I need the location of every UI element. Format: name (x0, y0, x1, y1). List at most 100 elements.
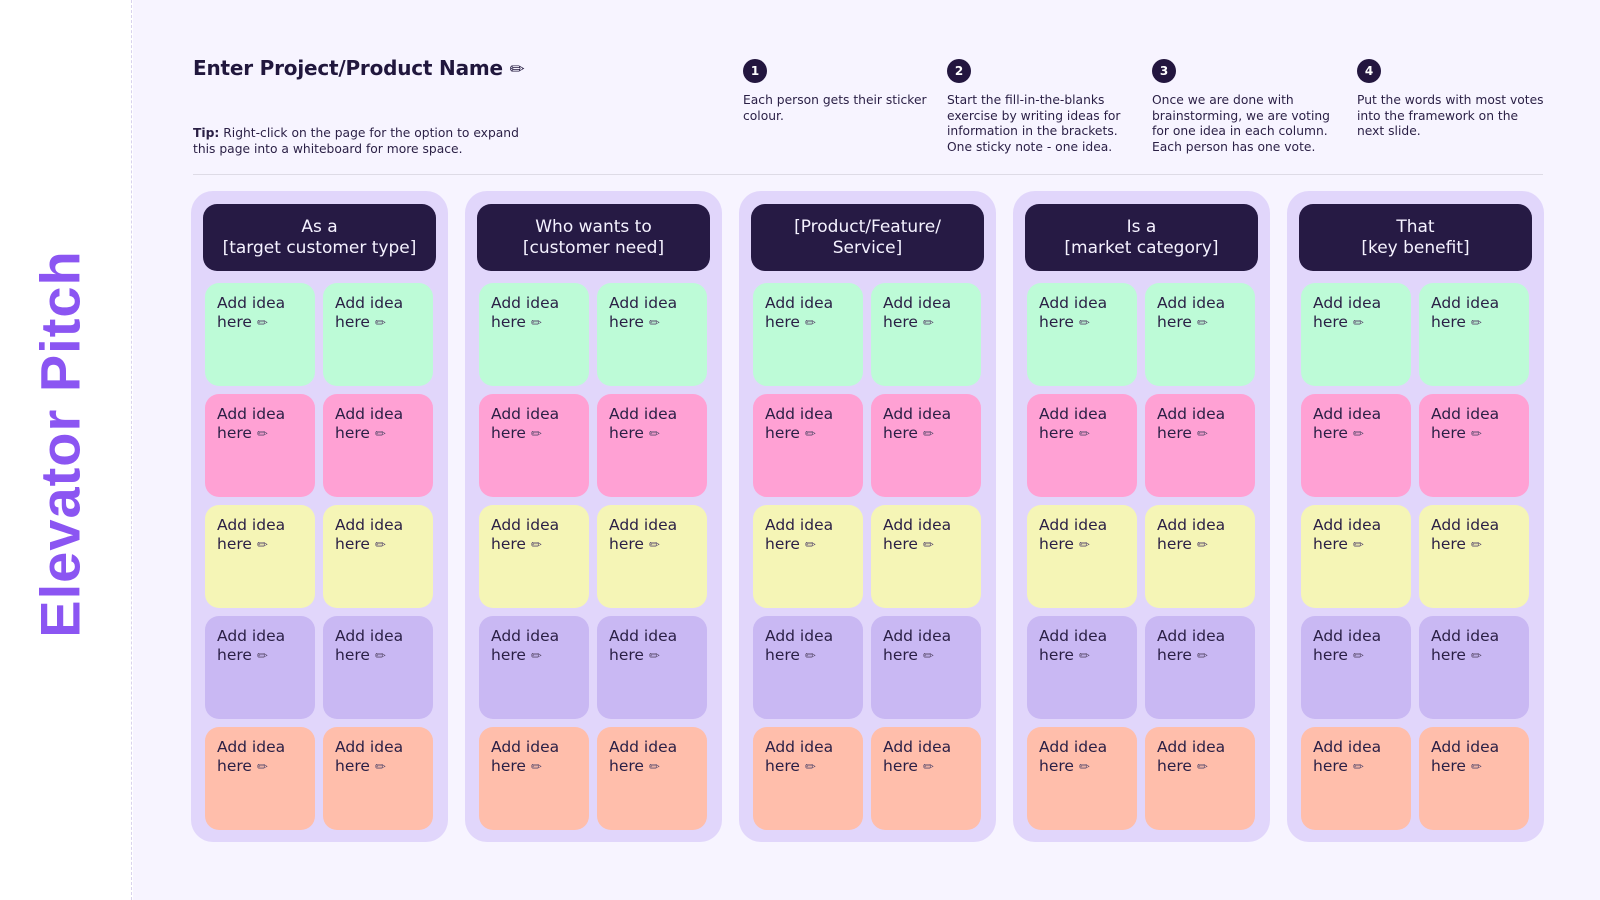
sticky-note-yellow[interactable]: Add idea here ✏ (1145, 505, 1255, 608)
sticky-note-green[interactable]: Add idea here ✏ (753, 283, 863, 386)
pencil-icon: ✏ (1352, 538, 1364, 553)
sticky-note-purple[interactable]: Add idea here ✏ (753, 616, 863, 719)
sticky-note-green[interactable]: Add idea here ✏ (871, 283, 981, 386)
sticky-note-peach[interactable]: Add idea here ✏ (1301, 727, 1411, 830)
pencil-icon: ✏ (530, 649, 542, 664)
sticky-note-placeholder: Add idea here (217, 627, 286, 664)
pencil-icon: ✏ (922, 538, 934, 553)
sticky-note-placeholder: Add idea here (883, 294, 952, 331)
sticky-note-green[interactable]: Add idea here ✏ (597, 283, 707, 386)
sticky-note-placeholder: Add idea here (609, 405, 678, 442)
step-1: 1 Each person gets their sticker colour. (743, 59, 933, 124)
sticky-note-peach[interactable]: Add idea here ✏ (479, 727, 589, 830)
sticky-note-yellow[interactable]: Add idea here ✏ (479, 505, 589, 608)
sticky-note-yellow[interactable]: Add idea here ✏ (1301, 505, 1411, 608)
sticky-note-placeholder: Add idea here (883, 738, 952, 775)
sticky-note-purple[interactable]: Add idea here ✏ (1419, 616, 1529, 719)
sticky-note-pink[interactable]: Add idea here ✏ (1301, 394, 1411, 497)
sticky-note-green[interactable]: Add idea here ✏ (1301, 283, 1411, 386)
pencil-icon: ✏ (804, 427, 816, 442)
pencil-icon: ✏ (1196, 316, 1208, 331)
pencil-icon: ✏ (374, 538, 386, 553)
sticky-note-purple[interactable]: Add idea here ✏ (597, 616, 707, 719)
sticky-note-pink[interactable]: Add idea here ✏ (479, 394, 589, 497)
step-number-badge: 3 (1152, 59, 1176, 83)
sticky-note-peach[interactable]: Add idea here ✏ (597, 727, 707, 830)
column-header[interactable]: As a [target customer type] (203, 204, 436, 271)
pencil-icon: ✏ (530, 538, 542, 553)
sticky-note-peach[interactable]: Add idea here ✏ (1145, 727, 1255, 830)
column-header[interactable]: Is a [market category] (1025, 204, 1258, 271)
sticky-note-placeholder: Add idea here (217, 738, 286, 775)
step-2: 2 Start the fill-in-the-blanks exercise … (947, 59, 1137, 155)
sticky-notes-grid: Add idea here ✏ Add idea here ✏ Add idea h… (753, 283, 983, 830)
sticky-note-yellow[interactable]: Add idea here ✏ (753, 505, 863, 608)
sticky-note-pink[interactable]: Add idea here ✏ (205, 394, 315, 497)
sticky-note-placeholder: Add idea here (765, 738, 834, 775)
sticky-note-yellow[interactable]: Add idea here ✏ (871, 505, 981, 608)
sticky-note-placeholder: Add idea here (1431, 405, 1500, 442)
sticky-note-peach[interactable]: Add idea here ✏ (753, 727, 863, 830)
sticky-note-green[interactable]: Add idea here ✏ (479, 283, 589, 386)
sticky-note-yellow[interactable]: Add idea here ✏ (323, 505, 433, 608)
sticky-note-peach[interactable]: Add idea here ✏ (1419, 727, 1529, 830)
sticky-note-pink[interactable]: Add idea here ✏ (1027, 394, 1137, 497)
sticky-note-peach[interactable]: Add idea here ✏ (871, 727, 981, 830)
sticky-note-purple[interactable]: Add idea here ✏ (479, 616, 589, 719)
sticky-notes-grid: Add idea here ✏ Add idea here ✏ Add idea h… (1301, 283, 1531, 830)
pencil-icon: ✏ (1196, 760, 1208, 775)
sticky-note-purple[interactable]: Add idea here ✏ (1301, 616, 1411, 719)
tip-text: Tip: Right-click on the page for the opt… (193, 125, 533, 157)
sticky-note-pink[interactable]: Add idea here ✏ (753, 394, 863, 497)
sticky-note-pink[interactable]: Add idea here ✏ (1145, 394, 1255, 497)
sticky-note-placeholder: Add idea here (1157, 405, 1226, 442)
sticky-note-placeholder: Add idea here (1039, 405, 1108, 442)
sticky-note-yellow[interactable]: Add idea here ✏ (1419, 505, 1529, 608)
sticky-note-pink[interactable]: Add idea here ✏ (871, 394, 981, 497)
project-title-text[interactable]: Enter Project/Product Name (193, 56, 503, 80)
pencil-icon: ✏ (922, 649, 934, 664)
sticky-note-peach[interactable]: Add idea here ✏ (323, 727, 433, 830)
sticky-note-placeholder: Add idea here (883, 516, 952, 553)
sticky-note-placeholder: Add idea here (765, 516, 834, 553)
sticky-note-purple[interactable]: Add idea here ✏ (323, 616, 433, 719)
sticky-note-pink[interactable]: Add idea here ✏ (597, 394, 707, 497)
sticky-note-green[interactable]: Add idea here ✏ (1145, 283, 1255, 386)
column-header[interactable]: Who wants to [customer need] (477, 204, 710, 271)
sticky-note-placeholder: Add idea here (1157, 516, 1226, 553)
pencil-icon: ✏ (1196, 649, 1208, 664)
sticky-note-peach[interactable]: Add idea here ✏ (205, 727, 315, 830)
column-5: That [key benefit] Add idea here ✏ Add ide… (1287, 191, 1544, 842)
sticky-note-peach[interactable]: Add idea here ✏ (1027, 727, 1137, 830)
sticky-note-purple[interactable]: Add idea here ✏ (205, 616, 315, 719)
sticky-note-purple[interactable]: Add idea here ✏ (1027, 616, 1137, 719)
left-rail: Elevator Pitch (0, 0, 132, 900)
sticky-note-yellow[interactable]: Add idea here ✏ (1027, 505, 1137, 608)
sticky-note-green[interactable]: Add idea here ✏ (323, 283, 433, 386)
step-number-badge: 2 (947, 59, 971, 83)
sticky-note-purple[interactable]: Add idea here ✏ (1145, 616, 1255, 719)
tip-body: Right-click on the page for the option t… (193, 126, 519, 156)
sticky-note-green[interactable]: Add idea here ✏ (205, 283, 315, 386)
sticky-note-yellow[interactable]: Add idea here ✏ (597, 505, 707, 608)
sticky-note-placeholder: Add idea here (1157, 294, 1226, 331)
column-header[interactable]: That [key benefit] (1299, 204, 1532, 271)
sticky-note-purple[interactable]: Add idea here ✏ (871, 616, 981, 719)
sticky-note-placeholder: Add idea here (1313, 405, 1382, 442)
pencil-icon: ✏ (1470, 538, 1482, 553)
sticky-note-green[interactable]: Add idea here ✏ (1419, 283, 1529, 386)
project-title[interactable]: Enter Project/Product Name ✏ (193, 56, 525, 80)
sticky-notes-grid: Add idea here ✏ Add idea here ✏ Add idea h… (205, 283, 435, 830)
sticky-note-pink[interactable]: Add idea here ✏ (323, 394, 433, 497)
pencil-icon: ✏ (648, 538, 660, 553)
sticky-note-pink[interactable]: Add idea here ✏ (1419, 394, 1529, 497)
pencil-icon: ✏ (1352, 427, 1364, 442)
sticky-note-placeholder: Add idea here (217, 294, 286, 331)
sticky-note-placeholder: Add idea here (765, 405, 834, 442)
column-1: As a [target customer type] Add idea here… (191, 191, 448, 842)
column-header[interactable]: [Product/Feature/ Service] (751, 204, 984, 271)
sticky-note-green[interactable]: Add idea here ✏ (1027, 283, 1137, 386)
sticky-note-placeholder: Add idea here (1039, 738, 1108, 775)
sticky-note-placeholder: Add idea here (1313, 294, 1382, 331)
sticky-note-yellow[interactable]: Add idea here ✏ (205, 505, 315, 608)
